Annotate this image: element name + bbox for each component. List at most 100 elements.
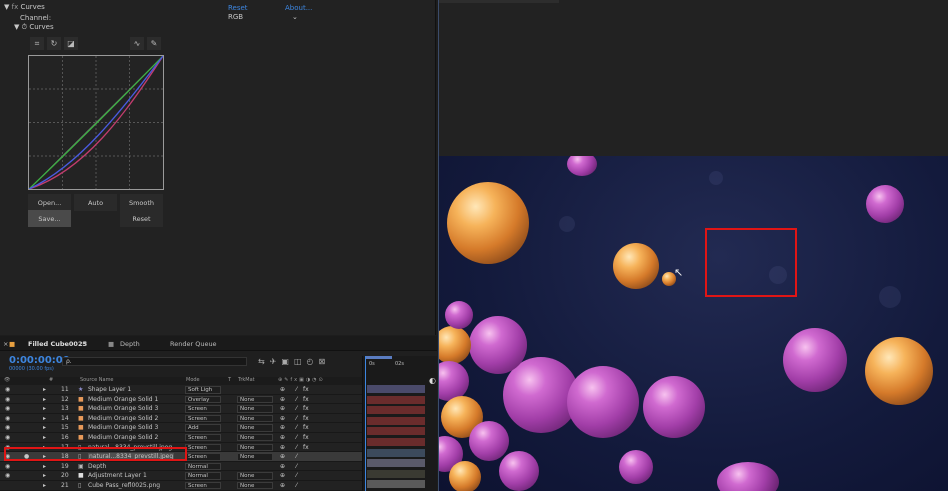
- fx-icon[interactable]: fx: [303, 434, 309, 441]
- layer-track-bar[interactable]: [367, 406, 425, 415]
- pencil-icon[interactable]: ⁄: [296, 405, 297, 412]
- layer-name[interactable]: Medium Orange Solid 3: [88, 405, 158, 412]
- shy-icon[interactable]: ⊕: [280, 434, 285, 441]
- pencil-icon[interactable]: ⁄: [296, 424, 297, 431]
- timeline-tool-icons[interactable]: ⇆✈▣◫◴⊠: [258, 357, 330, 366]
- trkmat-select[interactable]: None: [237, 433, 273, 442]
- layer-track-bar[interactable]: [367, 469, 425, 478]
- shy-icon[interactable]: ⊕: [280, 396, 285, 403]
- close-icon[interactable]: ×: [3, 340, 8, 348]
- trkmat-select[interactable]: None: [237, 443, 273, 452]
- expand-triangle-icon[interactable]: ▸: [43, 405, 46, 412]
- layer-track-bar[interactable]: [367, 395, 425, 404]
- layer-track-bar[interactable]: [367, 448, 425, 457]
- layer-track-bar[interactable]: [367, 438, 425, 446]
- bezier-tool-icon[interactable]: ∿: [130, 37, 144, 50]
- shy-icon[interactable]: ⊕: [280, 472, 285, 479]
- scroll-handle-icon[interactable]: ◐: [429, 376, 436, 385]
- expand-triangle-icon[interactable]: ▸: [43, 424, 46, 431]
- eye-icon[interactable]: ◉: [5, 386, 10, 393]
- trkmat-select[interactable]: None: [237, 453, 273, 461]
- tab-render-queue[interactable]: Render Queue: [170, 340, 217, 348]
- pencil-icon[interactable]: ⁄: [296, 386, 297, 393]
- reset-link[interactable]: Reset: [228, 4, 248, 12]
- auto-button[interactable]: Auto: [74, 194, 117, 211]
- mode-select[interactable]: Soft Ligh: [185, 386, 221, 394]
- fx-icon[interactable]: fx: [303, 386, 309, 393]
- layer-row[interactable]: ▸ 21 ▯ Cube Pass_refl0025.png Screen None ⊕ ⁄: [0, 480, 362, 491]
- curves-graph[interactable]: [28, 55, 164, 190]
- fx-icon[interactable]: fx: [303, 415, 309, 422]
- shy-icon[interactable]: ⊕: [280, 415, 285, 422]
- layer-row[interactable]: ◉ ▸ 14 ■ Medium Orange Solid 2 Screen None ⊕ ⁄ fx: [0, 413, 362, 424]
- expand-triangle-icon[interactable]: ▸: [43, 472, 46, 479]
- expand-triangle-icon[interactable]: ▸: [43, 396, 46, 403]
- trkmat-select[interactable]: None: [237, 472, 273, 480]
- layer-track-bar[interactable]: [367, 416, 425, 425]
- layer-track-bar[interactable]: [367, 427, 425, 436]
- mode-select[interactable]: Screen: [185, 443, 221, 452]
- col-mode[interactable]: Mode: [186, 377, 200, 383]
- layer-name[interactable]: Medium Orange Solid 3: [88, 424, 158, 431]
- about-link[interactable]: About...: [285, 4, 312, 12]
- mode-select[interactable]: Normal: [185, 472, 221, 480]
- expand-triangle-icon[interactable]: ▼: [14, 23, 19, 31]
- layer-row[interactable]: ◉ ▸ 19 ▣ Depth Normal ⊕ ⁄: [0, 461, 362, 472]
- eye-icon[interactable]: ◉: [5, 396, 10, 403]
- current-timecode[interactable]: 0:00:00:00: [9, 355, 70, 366]
- trkmat-select[interactable]: None: [237, 481, 273, 490]
- save-button[interactable]: Save...: [28, 210, 71, 227]
- eye-icon[interactable]: ◉: [5, 434, 10, 441]
- fx-icon[interactable]: fx: [303, 405, 309, 412]
- fx-icon[interactable]: fx: [303, 424, 309, 431]
- trkmat-select[interactable]: None: [237, 405, 273, 413]
- expand-triangle-icon[interactable]: ▼: [4, 3, 9, 11]
- pencil-icon[interactable]: ⁄: [296, 482, 297, 489]
- shy-icon[interactable]: ⊕: [280, 463, 285, 470]
- mode-select[interactable]: Screen: [185, 453, 221, 461]
- eye-icon[interactable]: ◉: [5, 463, 10, 470]
- expand-triangle-icon[interactable]: ▸: [43, 482, 46, 489]
- mode-select[interactable]: Screen: [185, 414, 221, 423]
- tab-filled-cube[interactable]: Filled Cube0025: [28, 340, 87, 348]
- effect-header[interactable]: ▼ fx Curves: [4, 3, 45, 11]
- timeline-track-area[interactable]: 0s 02s ◐: [362, 356, 437, 491]
- open-button[interactable]: Open...: [28, 194, 71, 211]
- layer-track-bar[interactable]: [367, 480, 425, 489]
- pencil-tool-icon[interactable]: ✎: [147, 37, 161, 50]
- pencil-icon[interactable]: ⁄: [296, 396, 297, 403]
- composition-viewer[interactable]: ↖: [438, 156, 948, 491]
- expand-triangle-icon[interactable]: ▸: [43, 463, 46, 470]
- fx-icon[interactable]: fx: [303, 444, 309, 451]
- reset-curve-icon[interactable]: ↻: [47, 37, 61, 50]
- tab-depth[interactable]: Depth: [120, 340, 140, 348]
- linear-curve-icon[interactable]: ◪: [64, 37, 78, 50]
- mode-select[interactable]: Add: [185, 424, 221, 432]
- expand-triangle-icon[interactable]: ▸: [43, 415, 46, 422]
- expand-triangle-icon[interactable]: ▸: [43, 386, 46, 393]
- shy-icon[interactable]: ⊕: [280, 405, 285, 412]
- eye-icon[interactable]: ◉: [5, 472, 10, 479]
- expand-triangle-icon[interactable]: ▸: [43, 434, 46, 441]
- reset-button[interactable]: Reset: [120, 210, 163, 227]
- layer-row[interactable]: ◉ ▸ 20 ■ Adjustment Layer 1 Normal None ⊕ ⁄: [0, 471, 362, 481]
- mode-select[interactable]: Overlay: [185, 395, 221, 404]
- layer-row[interactable]: ◉ ▸ 16 ■ Medium Orange Solid 2 Screen None ⊕ ⁄ fx: [0, 432, 362, 443]
- layer-name[interactable]: Cube Pass_refl0025.png: [88, 482, 160, 489]
- layer-row[interactable]: ◉ ▸ 15 ■ Medium Orange Solid 3 Add None ⊕ ⁄ fx: [0, 423, 362, 433]
- col-trkmat[interactable]: TrkMat: [238, 377, 255, 383]
- layer-track-bar[interactable]: [367, 459, 425, 468]
- mode-select[interactable]: Screen: [185, 481, 221, 490]
- pencil-icon[interactable]: ⁄: [296, 415, 297, 422]
- curves-property[interactable]: ▼ ⏱ Curves: [14, 23, 54, 32]
- mode-select[interactable]: Screen: [185, 433, 221, 442]
- pencil-icon[interactable]: ⁄: [296, 453, 297, 460]
- pencil-icon[interactable]: ⁄: [296, 472, 297, 479]
- fx-icon[interactable]: fx: [303, 396, 309, 403]
- layer-row[interactable]: ◉ ▸ 12 ■ Medium Orange Solid 1 Overlay None ⊕ ⁄ f…: [0, 394, 362, 405]
- menu-icon[interactable]: ≡: [82, 340, 87, 348]
- eye-icon[interactable]: ◉: [5, 415, 10, 422]
- shy-icon[interactable]: ⊕: [280, 424, 285, 431]
- layer-name[interactable]: Shape Layer 1: [88, 386, 131, 393]
- trkmat-select[interactable]: None: [237, 414, 273, 423]
